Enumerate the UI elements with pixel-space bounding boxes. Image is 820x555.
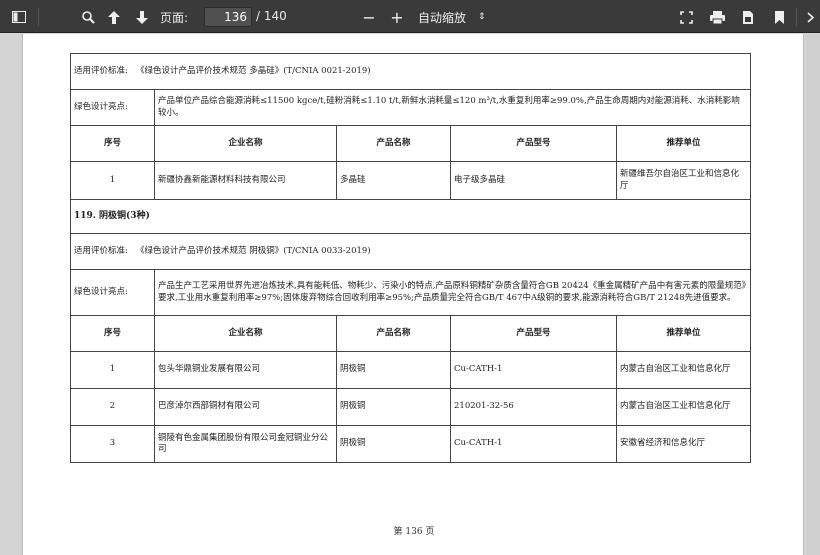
- page-label: 页面:: [160, 11, 189, 25]
- product-table: 适用评价标准: 《绿色设计产品评价技术规范 多晶硅》(T/CNIA 0021-2…: [69, 53, 752, 463]
- standard-label: 适用评价标准:: [74, 245, 128, 256]
- cell-model: Cu-CATH-1: [450, 351, 617, 389]
- zoom-in-button[interactable]: +: [388, 6, 406, 28]
- cell-no: 3: [70, 425, 155, 463]
- page-number-input[interactable]: [204, 7, 252, 27]
- cell-recommender: 安徽省经济和信息化厅: [615, 425, 752, 463]
- design-row: 绿色设计亮点: 产品单位产品综合能源消耗≤11500 kgce/t,硅粉消耗≤1…: [70, 89, 752, 126]
- pdf-toolbar: 页面: / 140 − + 自动缩放 ⇕: [0, 0, 820, 33]
- print-icon[interactable]: [706, 6, 728, 28]
- download-icon[interactable]: [738, 6, 758, 28]
- header-cell-company: 企业名称: [154, 315, 337, 352]
- table-row: 2 巴彦淖尔西部铜材有限公司 阴极铜 210201-32-56 内蒙古自治区工业…: [70, 388, 752, 426]
- cell-model: 电子级多晶硅: [450, 161, 617, 200]
- page-footer: 第 136 页: [393, 527, 435, 537]
- document-viewer: 适用评价标准: 《绿色设计产品评价技术规范 多晶硅》(T/CNIA 0021-2…: [0, 34, 820, 555]
- header-cell-no: 序号: [70, 125, 155, 162]
- design-label: 绿色设计亮点:: [70, 89, 155, 126]
- table-header-row: 序号 企业名称 产品名称 产品型号 推荐单位: [70, 315, 752, 352]
- header-cell-product: 产品名称: [336, 315, 451, 352]
- presentation-mode-icon[interactable]: [676, 6, 696, 28]
- header-cell-model: 产品型号: [450, 315, 617, 352]
- vertical-scrollbar[interactable]: [806, 34, 820, 555]
- previous-page-icon[interactable]: [104, 6, 124, 28]
- cell-model: 210201-32-56: [450, 388, 617, 426]
- cell-product: 阴极铜: [336, 388, 451, 426]
- next-page-icon[interactable]: [132, 6, 152, 28]
- page-total: / 140: [256, 9, 287, 23]
- table-header-row: 序号 企业名称 产品名称 产品型号 推荐单位: [70, 125, 752, 162]
- cell-company: 包头华鼎铜业发展有限公司: [154, 351, 337, 389]
- design-row: 绿色设计亮点: 产品生产工艺采用世界先进冶炼技术,具有能耗低、物耗少、污染小的特…: [70, 269, 752, 316]
- design-label: 绿色设计亮点:: [70, 269, 155, 316]
- cell-recommender: 内蒙古自治区工业和信息化厅: [615, 388, 752, 426]
- standard-cell: 适用评价标准: 《绿色设计产品评价技术规范 多晶硅》(T/CNIA 0021-2…: [69, 53, 752, 90]
- header-cell-model: 产品型号: [450, 125, 617, 162]
- cell-model: Cu-CATH-1: [450, 425, 617, 463]
- standard-label: 适用评价标准:: [74, 65, 128, 76]
- header-cell-company: 企业名称: [154, 125, 337, 162]
- cell-company: 新疆协鑫新能源材料科技有限公司: [154, 161, 337, 200]
- cell-product: 阴极铜: [336, 425, 451, 463]
- standard-row: 适用评价标准: 《绿色设计产品评价技术规范 多晶硅》(T/CNIA 0021-2…: [69, 53, 752, 90]
- design-value: 产品生产工艺采用世界先进冶炼技术,具有能耗低、物耗少、污染小的特点,产品原料铜精…: [153, 269, 752, 316]
- chevron-updown-icon: ⇕: [478, 12, 486, 22]
- cell-no: 1: [70, 351, 155, 389]
- standard-row: 适用评价标准: 《绿色设计产品评价技术规范 阴极铜》(T/CNIA 0033-2…: [69, 233, 752, 270]
- standard-value: 《绿色设计产品评价技术规范 多晶硅》(T/CNIA 0021-2019): [135, 65, 371, 76]
- header-cell-recommender: 推荐单位: [615, 315, 752, 352]
- cell-product: 阴极铜: [336, 351, 451, 389]
- bookmark-icon[interactable]: [770, 6, 788, 28]
- zoom-select[interactable]: 自动缩放 ⇕: [412, 7, 492, 27]
- search-icon[interactable]: [78, 6, 98, 28]
- cell-no: 1: [70, 161, 155, 200]
- zoom-value: 自动缩放: [418, 10, 467, 25]
- table-row: 1 新疆协鑫新能源材料科技有限公司 多晶硅 电子级多晶硅 新疆维吾尔自治区工业和…: [70, 161, 752, 200]
- toolbar-divider: [796, 8, 797, 26]
- standard-value: 《绿色设计产品评价技术规范 阴极铜》(T/CNIA 0033-2019): [135, 245, 371, 256]
- header-cell-product: 产品名称: [336, 125, 451, 162]
- cell-company: 巴彦淖尔西部铜材有限公司: [154, 388, 337, 426]
- design-value: 产品单位产品综合能源消耗≤11500 kgce/t,硅粉消耗≤1.10 t/t,…: [153, 89, 752, 126]
- cell-recommender: 新疆维吾尔自治区工业和信息化厅: [615, 161, 752, 200]
- table-row: 1 包头华鼎铜业发展有限公司 阴极铜 Cu-CATH-1 内蒙古自治区工业和信息…: [70, 351, 752, 389]
- section-title: 119. 阴极铜(3种): [69, 199, 752, 234]
- header-cell-no: 序号: [70, 315, 155, 352]
- section-title-row: 119. 阴极铜(3种): [69, 199, 752, 234]
- header-cell-recommender: 推荐单位: [615, 125, 752, 162]
- sidebar-toggle-icon[interactable]: [8, 6, 30, 28]
- zoom-out-button[interactable]: −: [360, 6, 378, 28]
- cell-product: 多晶硅: [336, 161, 451, 200]
- chevron-right-icon[interactable]: [802, 6, 818, 28]
- standard-cell: 适用评价标准: 《绿色设计产品评价技术规范 阴极铜》(T/CNIA 0033-2…: [69, 233, 752, 270]
- cell-no: 2: [70, 388, 155, 426]
- cell-company: 铜陵有色金属集团股份有限公司金冠铜业分公司: [154, 425, 337, 463]
- pdf-page: 适用评价标准: 《绿色设计产品评价技术规范 多晶硅》(T/CNIA 0021-2…: [22, 34, 804, 555]
- cell-recommender: 内蒙古自治区工业和信息化厅: [615, 351, 752, 389]
- toolbar-divider: [38, 8, 39, 26]
- table-row: 3 铜陵有色金属集团股份有限公司金冠铜业分公司 阴极铜 Cu-CATH-1 安徽…: [70, 425, 752, 463]
